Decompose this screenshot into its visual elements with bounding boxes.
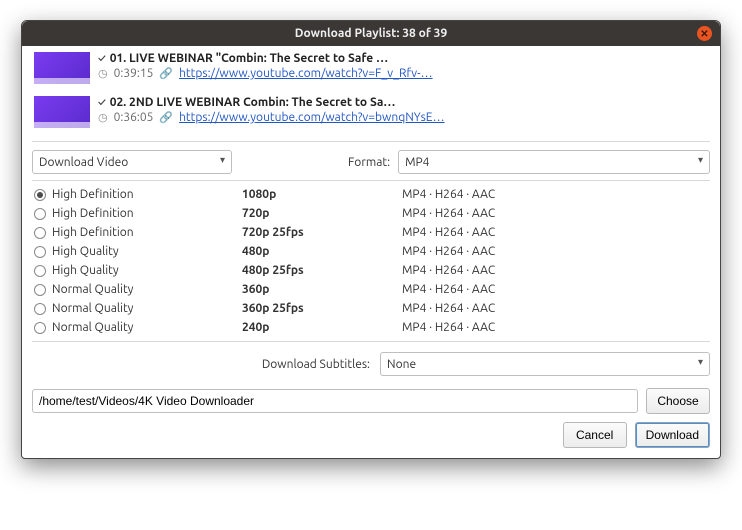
link-icon: 🔗 (159, 67, 173, 80)
format-label: Format: (348, 156, 390, 169)
quality-tier: High Quality (52, 245, 242, 258)
format-dropdown-value: MP4 (405, 156, 429, 169)
close-icon: ✕ (700, 29, 708, 39)
quality-tier: High Definition (52, 188, 242, 201)
quality-resolution: 1080p (242, 188, 402, 201)
checkmark-icon: ✓ (98, 97, 106, 109)
quality-option[interactable]: Normal Quality360pMP4 · H264 · AAC (32, 280, 710, 299)
titlebar: Download Playlist: 38 of 39 ✕ (22, 21, 720, 46)
dialog-window: Download Playlist: 38 of 39 ✕ ✓ 01. LIVE … (21, 20, 721, 459)
link-icon: 🔗 (159, 111, 173, 124)
clock-icon: ◷ (98, 67, 108, 80)
quality-tier: Normal Quality (52, 283, 242, 296)
quality-resolution: 480p 25fps (242, 264, 402, 277)
quality-option[interactable]: High Quality480pMP4 · H264 · AAC (32, 242, 710, 261)
radio-icon (34, 303, 46, 315)
quality-option[interactable]: Normal Quality360p 25fpsMP4 · H264 · AAC (32, 299, 710, 318)
video-meta: ✓ 01. LIVE WEBINAR "Combin: The Secret to… (98, 52, 708, 84)
quality-codec: MP4 · H264 · AAC (402, 302, 708, 315)
quality-resolution: 480p (242, 245, 402, 258)
quality-resolution: 240p (242, 321, 402, 334)
checkmark-icon: ✓ (98, 53, 106, 65)
quality-resolution: 360p (242, 283, 402, 296)
choose-folder-button[interactable]: Choose (646, 388, 710, 414)
radio-icon (34, 284, 46, 296)
playlist-list: ✓ 01. LIVE WEBINAR "Combin: The Secret to… (32, 46, 710, 135)
video-thumbnail (34, 96, 90, 128)
playlist-item[interactable]: ✓ 01. LIVE WEBINAR "Combin: The Secret to… (32, 46, 710, 90)
quality-tier: High Quality (52, 264, 242, 277)
video-duration: 0:39:15 (114, 67, 154, 80)
video-duration: 0:36:05 (114, 111, 154, 124)
top-controls-row: Download Video Format: MP4 (32, 150, 710, 174)
clock-icon: ◷ (98, 111, 108, 124)
subtitles-dropdown-value: None (387, 358, 416, 371)
save-path-input[interactable] (32, 389, 638, 413)
quality-tier: Normal Quality (52, 321, 242, 334)
subtitles-dropdown[interactable]: None (380, 352, 710, 376)
subtitles-label: Download Subtitles: (32, 358, 372, 371)
playlist-item[interactable]: ✓ 02. 2ND LIVE WEBINAR Combin: The Secret… (32, 90, 710, 134)
download-button[interactable]: Download (635, 422, 710, 448)
quality-resolution: 720p (242, 207, 402, 220)
window-title: Download Playlist: 38 of 39 (295, 27, 447, 40)
quality-option[interactable]: High Definition1080pMP4 · H264 · AAC (32, 185, 710, 204)
video-meta: ✓ 02. 2ND LIVE WEBINAR Combin: The Secret… (98, 96, 708, 128)
radio-icon (34, 227, 46, 239)
quality-list: High Definition1080pMP4 · H264 · AACHigh… (32, 180, 710, 342)
quality-option[interactable]: High Definition720pMP4 · H264 · AAC (32, 204, 710, 223)
quality-tier: Normal Quality (52, 302, 242, 315)
quality-option[interactable]: High Quality480p 25fpsMP4 · H264 · AAC (32, 261, 710, 280)
quality-option[interactable]: High Definition720p 25fpsMP4 · H264 · AA… (32, 223, 710, 242)
video-url-link[interactable]: https://www.youtube.com/watch?v=bwnqNYsE… (179, 111, 445, 124)
action-dropdown-value: Download Video (39, 156, 128, 169)
video-thumbnail (34, 52, 90, 84)
quality-codec: MP4 · H264 · AAC (402, 188, 708, 201)
radio-icon (34, 322, 46, 334)
save-path-row: Choose (32, 388, 710, 414)
quality-resolution: 720p 25fps (242, 226, 402, 239)
radio-icon (34, 265, 46, 277)
video-title: 02. 2ND LIVE WEBINAR Combin: The Secret … (110, 96, 396, 109)
radio-icon (34, 208, 46, 220)
quality-codec: MP4 · H264 · AAC (402, 283, 708, 296)
subtitles-row: Download Subtitles: None (32, 352, 710, 376)
radio-icon (34, 246, 46, 258)
quality-option[interactable]: Normal Quality240pMP4 · H264 · AAC (32, 318, 710, 337)
video-url-link[interactable]: https://www.youtube.com/watch?v=F_v_Rfv-… (179, 67, 433, 80)
quality-tier: High Definition (52, 226, 242, 239)
radio-icon (34, 189, 46, 201)
content-area: ✓ 01. LIVE WEBINAR "Combin: The Secret to… (22, 46, 720, 458)
quality-tier: High Definition (52, 207, 242, 220)
window-close-button[interactable]: ✕ (697, 26, 712, 41)
quality-codec: MP4 · H264 · AAC (402, 226, 708, 239)
quality-codec: MP4 · H264 · AAC (402, 321, 708, 334)
action-dropdown[interactable]: Download Video (32, 150, 232, 174)
quality-codec: MP4 · H264 · AAC (402, 264, 708, 277)
video-title: 01. LIVE WEBINAR "Combin: The Secret to … (110, 52, 388, 65)
quality-codec: MP4 · H264 · AAC (402, 207, 708, 220)
cancel-button[interactable]: Cancel (563, 422, 627, 448)
quality-resolution: 360p 25fps (242, 302, 402, 315)
dialog-actions: Cancel Download (32, 422, 710, 448)
format-dropdown[interactable]: MP4 (398, 150, 710, 174)
divider (32, 141, 710, 142)
quality-codec: MP4 · H264 · AAC (402, 245, 708, 258)
